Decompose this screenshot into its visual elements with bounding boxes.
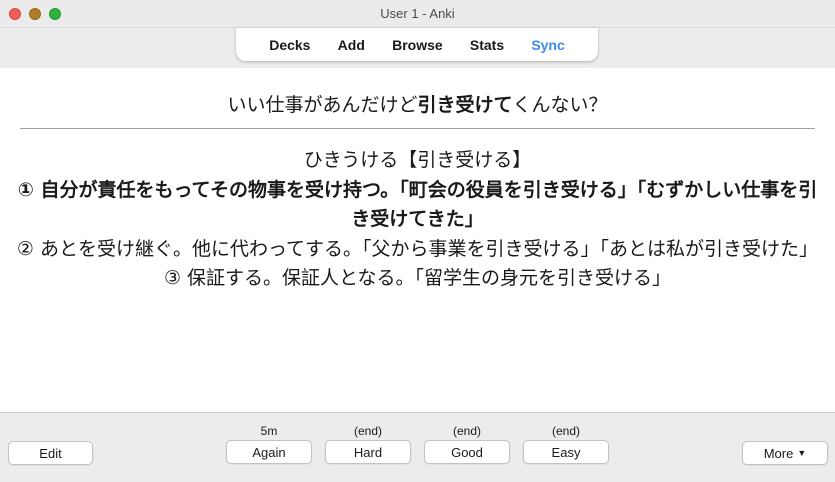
card-view: いい仕事があんだけど引き受けてくんない？ ひきうける【引き受ける】 ① 自分が責… xyxy=(0,68,835,412)
answer-reading: ひきうける【引き受ける】 xyxy=(303,149,532,171)
window-title: User 1 - Anki xyxy=(380,6,455,21)
toolbar-sync[interactable]: Sync xyxy=(531,37,564,53)
toolbar-browse[interactable]: Browse xyxy=(392,37,443,53)
anki-window: User 1 - Anki Decks Add Browse Stats Syn… xyxy=(0,0,835,482)
toolbar-add[interactable]: Add xyxy=(338,37,365,53)
edit-button[interactable]: Edit xyxy=(8,441,93,465)
again-button[interactable]: Again xyxy=(226,440,312,464)
card-answer: ひきうける【引き受ける】 ① 自分が責任をもってその物事を受け持つ。「町会の役員… xyxy=(14,146,821,294)
title-bar[interactable]: User 1 - Anki xyxy=(0,0,835,28)
answer-divider xyxy=(20,128,815,129)
good-interval: (end) xyxy=(452,424,481,438)
card-question: いい仕事があんだけど引き受けてくんない？ xyxy=(20,90,815,117)
question-suffix: くんない？ xyxy=(512,94,608,116)
review-bottom-bar: Edit 5m Again (end) Hard (end) Good (end… xyxy=(0,412,835,482)
good-button[interactable]: Good xyxy=(424,440,510,464)
more-button[interactable]: More ▼ xyxy=(742,441,828,465)
caret-down-icon: ▼ xyxy=(797,448,807,458)
toolbar-decks[interactable]: Decks xyxy=(269,37,310,53)
definition-2: ② あとを受け継ぐ。他に代わってする。「父から事業を引き受ける」「あとは私が引き… xyxy=(16,237,819,260)
again-interval: 5m xyxy=(260,424,278,438)
main-toolbar: Decks Add Browse Stats Sync xyxy=(236,28,598,61)
toolbar-area: Decks Add Browse Stats Sync xyxy=(0,28,835,68)
hard-button[interactable]: Hard xyxy=(325,440,411,464)
easy-button[interactable]: Easy xyxy=(523,440,609,464)
question-highlight: 引き受けて xyxy=(417,94,513,116)
definition-1: ① 自分が責任をもってその物事を受け持つ。「町会の役員を引き受ける」「むずかしい… xyxy=(17,178,818,231)
question-prefix: いい仕事があんだけど xyxy=(227,94,418,116)
toolbar-stats[interactable]: Stats xyxy=(470,37,504,53)
easy-interval: (end) xyxy=(551,424,580,438)
definition-3: ③ 保証する。保証人となる。「留学生の身元を引き受ける」 xyxy=(163,267,671,289)
more-label: More xyxy=(763,445,794,461)
hard-interval: (end) xyxy=(353,424,382,438)
